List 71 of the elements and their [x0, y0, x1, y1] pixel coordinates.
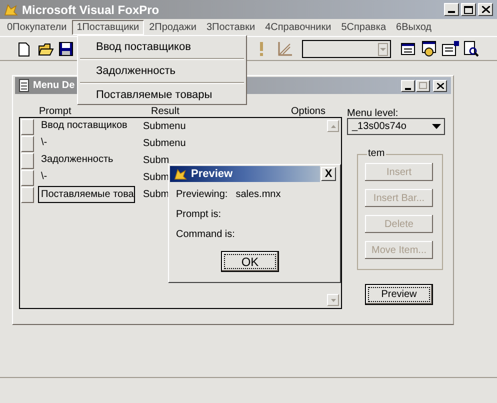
close-button[interactable] [433, 80, 447, 92]
result-cell-text: Subm [143, 188, 170, 202]
menu-item[interactable]: Задолженность [78, 60, 246, 82]
menu-item[interactable]: 2Продажи [144, 20, 202, 35]
report-icon[interactable] [442, 41, 459, 57]
row-mover-button[interactable] [21, 118, 34, 134]
menu-item[interactable]: 4Справочники [260, 20, 336, 35]
document-icon [19, 79, 29, 92]
column-header: Prompt [39, 106, 72, 117]
prompt-cell[interactable]: Задолженность [38, 152, 135, 169]
open-folder-icon[interactable] [38, 42, 54, 56]
prompt-cell[interactable]: Ввод поставщиков [38, 118, 135, 135]
field-label: Prompt is: [176, 208, 222, 222]
maximize-button[interactable] [416, 80, 430, 92]
scroll-up-button[interactable] [327, 120, 339, 132]
maximize-icon [419, 82, 427, 89]
minimize-button[interactable] [444, 3, 459, 16]
menu-level-dropdown[interactable]: _13s00s74o [347, 118, 445, 135]
menu-item[interactable]: Ввод поставщиков [78, 36, 246, 58]
result-cell-text: Submenu [143, 137, 186, 151]
magnifier-document-icon[interactable] [464, 41, 479, 57]
menu-level-label: Menu level: [347, 107, 398, 121]
disabled-button: Delete [365, 215, 433, 233]
down-arrow-icon [330, 298, 336, 302]
maximize-icon [464, 6, 473, 14]
prompt-cell[interactable]: Поставляемые това [38, 186, 135, 203]
disabled-button: Insert [365, 163, 433, 181]
up-arrow-icon [330, 124, 336, 128]
window-title: Microsoft Visual FoxPro [22, 2, 160, 18]
toolbar-combo-box[interactable] [302, 40, 391, 58]
result-cell-text: Subm [143, 171, 170, 185]
column-header: Options [291, 106, 326, 117]
close-icon [482, 6, 490, 13]
preview-title: Preview [191, 166, 233, 182]
menu-item[interactable]: Поставляемые товары [78, 84, 246, 106]
result-cell-text: Submenu [143, 120, 186, 134]
ok-button[interactable]: OK [221, 251, 279, 272]
prompt-cell[interactable]: \- [38, 169, 135, 186]
close-button[interactable]: X [321, 167, 336, 181]
field-label: Previewing: [176, 188, 228, 202]
scroll-down-button[interactable] [327, 294, 339, 306]
save-icon[interactable] [59, 42, 73, 56]
menu-item[interactable]: 0Покупатели [2, 20, 72, 35]
menu-item[interactable]: 1Поставщики [72, 20, 144, 35]
minimize-icon [448, 11, 455, 13]
close-button[interactable] [478, 3, 493, 16]
row-mover-button[interactable] [21, 170, 34, 186]
dropdown-arrow-icon [432, 124, 441, 129]
field-label: Command is: [176, 228, 235, 242]
maximize-button[interactable] [461, 3, 476, 16]
field-value: sales.mnx [236, 188, 281, 202]
close-icon [436, 82, 444, 88]
preview-button[interactable]: Preview [365, 284, 433, 305]
row-mover-button[interactable] [21, 136, 34, 152]
row-mover-button[interactable] [21, 186, 34, 202]
database-icon[interactable] [422, 41, 436, 57]
prompt-cell[interactable]: \- [38, 135, 135, 152]
minimize-icon [405, 88, 411, 90]
minimize-button[interactable] [401, 80, 415, 92]
disabled-button: Move Item... [365, 241, 433, 259]
menu-item[interactable]: 5Справка [336, 20, 392, 35]
form-icon[interactable] [401, 42, 415, 56]
disabled-button: Insert Bar... [365, 189, 433, 207]
new-file-icon[interactable] [18, 42, 30, 57]
row-mover-button[interactable] [21, 152, 34, 168]
chart-icon[interactable] [278, 42, 292, 56]
column-header: Result [151, 106, 180, 117]
menu-designer-title: Menu De [33, 79, 75, 93]
result-cell-text: Subm [143, 154, 170, 168]
menu-item[interactable]: 3Поставки [201, 20, 260, 35]
menu-item[interactable]: 6Выход [391, 20, 437, 35]
